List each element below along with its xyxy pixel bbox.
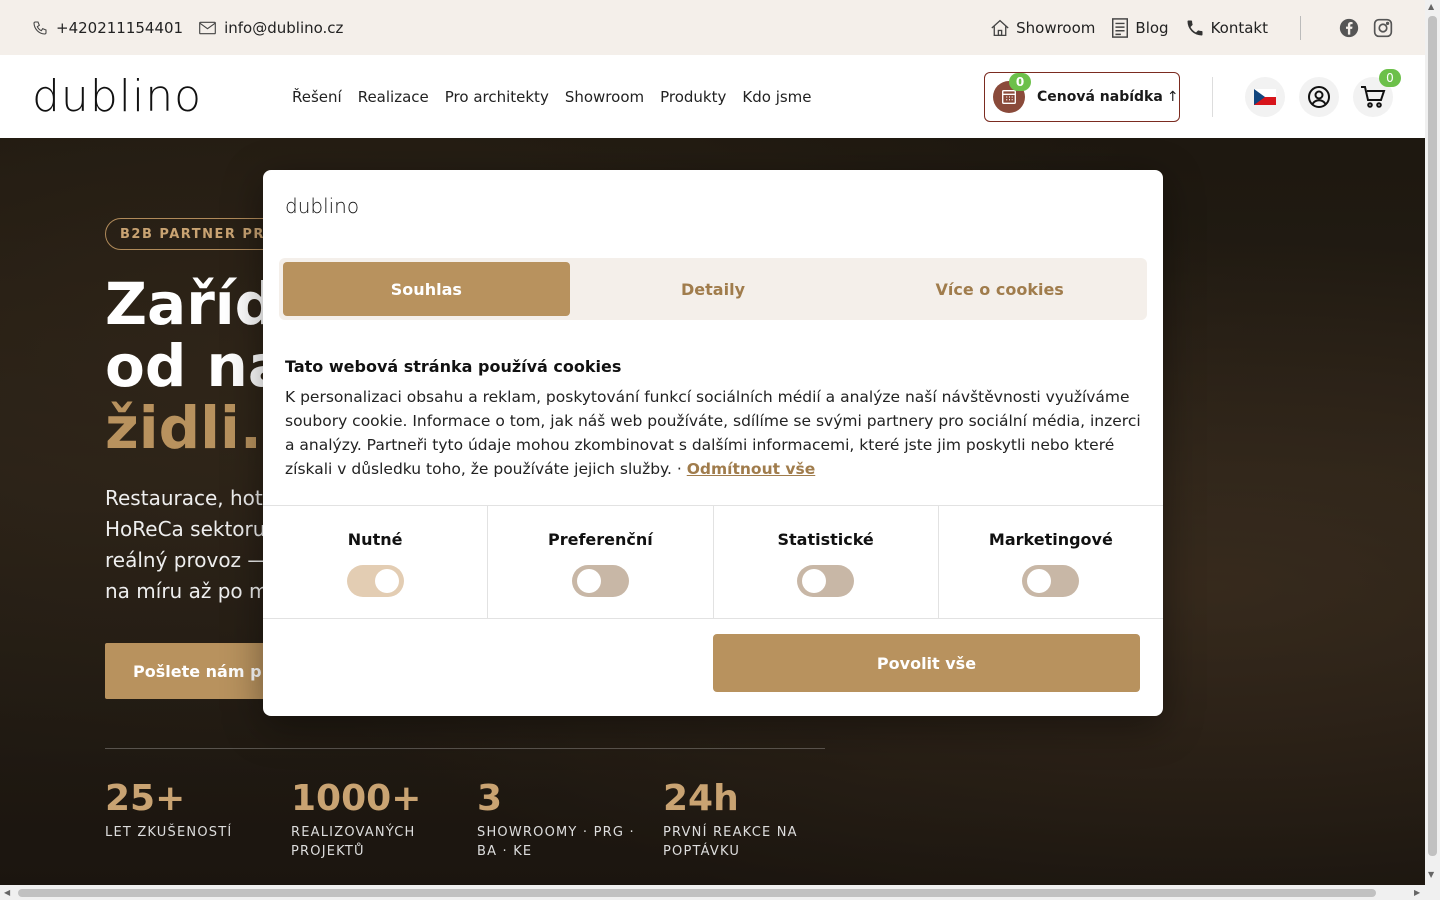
main-header: dublino Řešení Realizace Pro architekty … (0, 55, 1425, 138)
nav-item-realizace[interactable]: Realizace (358, 88, 429, 106)
nav-item-pro-architekty[interactable]: Pro architekty (445, 88, 549, 106)
toggle-knob (802, 569, 827, 593)
stat-label: PRVNÍ REAKCE NA POPTÁVKU (663, 825, 798, 859)
topbar-link-label: Showroom (1016, 18, 1096, 37)
cookie-consent-dialog: dublino Souhlas Detaily Více o cookies T… (263, 170, 1163, 716)
cookie-tabs: Souhlas Detaily Více o cookies (279, 258, 1147, 320)
category-nutne: Nutné (263, 506, 489, 618)
category-label: Statistické (777, 530, 874, 549)
toggle-knob (1027, 569, 1052, 593)
reject-all-link[interactable]: Odmítnout vše (687, 460, 816, 478)
stat-number: 25+ (105, 778, 186, 819)
cookie-categories: Nutné Preferenční Statistické Marketingo… (263, 505, 1163, 619)
stat-number: 3 (477, 778, 503, 819)
vertical-scrollbar[interactable]: ▲ ▼ (1425, 0, 1440, 885)
site-logo[interactable]: dublino (32, 74, 262, 119)
scroll-left-icon[interactable]: ◀ (4, 888, 10, 897)
email-link[interactable]: info@dublino.cz (199, 19, 343, 37)
scroll-up-icon[interactable]: ▲ (1428, 2, 1434, 11)
nav-item-showroom[interactable]: Showroom (565, 88, 644, 106)
stat-label: LET ZKUŠENOSTÍ (105, 825, 233, 840)
category-label: Preferenční (547, 530, 653, 549)
stat-item: 25+ LET ZKUŠENOSTÍ (105, 778, 265, 842)
hero-lead-line: Restaurace, hot (105, 486, 263, 510)
phone-icon (33, 20, 47, 35)
hero-lead-line: reálný provoz — (105, 548, 268, 572)
cookie-text: K personalizaci obsahu a reklam, poskyto… (285, 385, 1145, 481)
stat-item: 24h PRVNÍ REAKCE NA POPTÁVKU (663, 778, 823, 861)
topbar-link-kontakt[interactable]: Kontakt (1185, 18, 1268, 38)
quote-button[interactable]: Cenová nabídka ↑ 0 (984, 71, 1180, 122)
hero-title-line-accent: židli. (105, 394, 262, 462)
topbar-link-blog[interactable]: Blog (1111, 17, 1169, 38)
toggle-preferencni[interactable] (571, 565, 629, 597)
toggle-knob (374, 569, 399, 593)
instagram-link[interactable] (1373, 18, 1393, 38)
cookie-heading: Tato webová stránka používá cookies (285, 357, 622, 376)
scroll-down-icon[interactable]: ▼ (1428, 870, 1434, 879)
toggle-statisticke[interactable] (797, 565, 855, 597)
topbar-link-showroom[interactable]: Showroom (990, 19, 1095, 37)
czech-flag-icon (1254, 88, 1276, 105)
mail-icon (199, 21, 216, 34)
email-address: info@dublino.cz (224, 18, 344, 37)
main-nav: Řešení Realizace Pro architekty Showroom… (292, 88, 828, 106)
phone-link[interactable]: +420211154401 (32, 19, 183, 37)
topbar-link-label: Kontakt (1210, 18, 1268, 37)
quote-count-badge: 0 (1009, 72, 1031, 91)
user-icon (1308, 85, 1330, 108)
instagram-icon (1373, 18, 1393, 37)
cart-icon (1361, 85, 1386, 108)
tab-souhlas[interactable]: Souhlas (283, 262, 570, 316)
divider (1300, 15, 1301, 40)
arrow-up-icon: ↑ (1166, 88, 1179, 105)
horizontal-scrollbar[interactable]: ◀ ▶ (0, 885, 1440, 900)
stat-item: 1000+ REALIZOVANÝCH PROJEKTŮ (291, 778, 451, 861)
cart-button[interactable]: 0 (1353, 68, 1401, 117)
divider (1212, 76, 1213, 117)
dialog-logo: dublino (285, 194, 360, 218)
hero-lead-line: na míru až po m (105, 579, 269, 603)
quote-label: Cenová nabídka (1037, 88, 1163, 105)
hero-title-line: od ná (105, 332, 287, 400)
category-preferencni: Preferenční (488, 506, 714, 618)
language-selector[interactable] (1245, 76, 1285, 117)
toggle-knob (576, 569, 601, 593)
toggle-marketingove[interactable] (1022, 565, 1080, 597)
cart-count-badge: 0 (1379, 68, 1401, 87)
stat-label: REALIZOVANÝCH PROJEKTŮ (291, 825, 416, 859)
tab-vice-o-cookies[interactable]: Více o cookies (856, 262, 1143, 316)
allow-all-button[interactable]: Povolit vše (713, 634, 1140, 692)
home-icon (991, 19, 1009, 36)
nav-item-kdo-jsme[interactable]: Kdo jsme (742, 88, 811, 106)
category-label: Marketingové (988, 530, 1113, 549)
top-bar: +420211154401 info@dublino.cz Showroom B… (0, 0, 1425, 55)
document-icon (1112, 17, 1129, 38)
stat-number: 1000+ (291, 778, 422, 819)
category-statisticke: Statistické (714, 506, 939, 618)
scrollbar-thumb[interactable] (1428, 16, 1437, 856)
stat-number: 24h (663, 778, 739, 819)
toggle-nutne (346, 565, 404, 597)
hero-lead-line: HoReCa sektoru (105, 517, 266, 541)
scroll-right-icon[interactable]: ▶ (1414, 888, 1420, 897)
category-marketingove: Marketingové (939, 506, 1163, 618)
topbar-right: Showroom Blog Kontakt (974, 15, 1393, 40)
stat-label: SHOWROOMY · PRG · BA · KE (477, 825, 635, 859)
hero-title-line: Zaříd (105, 270, 277, 338)
facebook-link[interactable] (1339, 18, 1359, 38)
divider (105, 748, 825, 749)
stat-item: 3 SHOWROOMY · PRG · BA · KE (477, 778, 637, 861)
topbar-link-label: Blog (1135, 18, 1169, 37)
tab-detaily[interactable]: Detaily (570, 262, 857, 316)
phone-number: +420211154401 (56, 18, 184, 37)
category-label: Nutné (347, 530, 403, 549)
nav-item-reseni[interactable]: Řešení (292, 88, 342, 106)
nav-item-produkty[interactable]: Produkty (660, 88, 726, 106)
hero-title: Zaříd od ná židli. (105, 273, 287, 459)
scrollbar-thumb[interactable] (18, 889, 1376, 897)
account-button[interactable] (1299, 76, 1339, 117)
facebook-icon (1339, 18, 1359, 37)
phone-solid-icon (1187, 20, 1203, 35)
